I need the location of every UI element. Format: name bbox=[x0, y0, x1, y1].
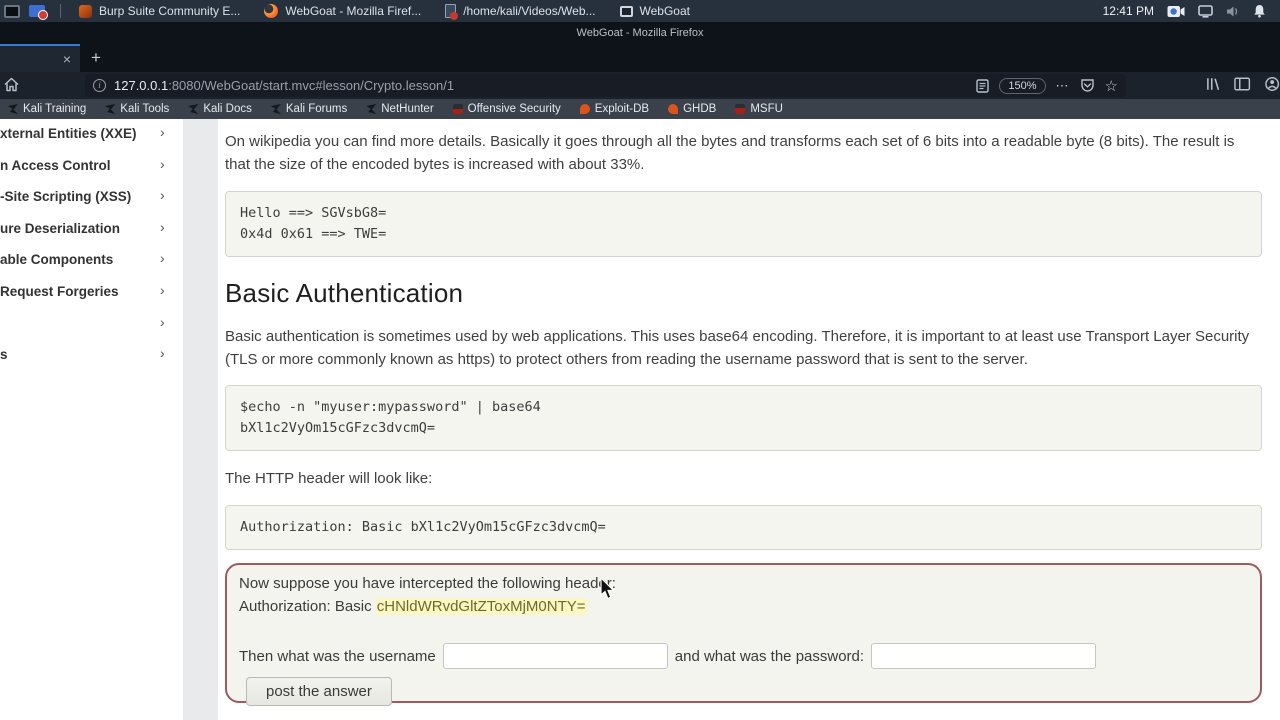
lesson-content: On wikipedia you can find more details. … bbox=[218, 119, 1280, 720]
tab-strip: × + bbox=[0, 44, 1280, 72]
library-icon[interactable] bbox=[1205, 76, 1221, 92]
post-answer-button[interactable]: post the answer bbox=[246, 677, 392, 706]
bookmark-kali-tools[interactable]: Kali Tools bbox=[105, 103, 169, 115]
ghdb-icon bbox=[668, 104, 679, 114]
chevron-right-icon: › bbox=[160, 218, 165, 235]
terminal-icon[interactable] bbox=[4, 4, 20, 18]
firefox-titlebar: WebGoat - Mozilla Firefox bbox=[0, 22, 1280, 44]
content-gutter bbox=[183, 119, 218, 720]
exploit-db-icon bbox=[579, 104, 590, 114]
chevron-right-icon: › bbox=[160, 250, 165, 267]
url-path: :8080/WebGoat/start.mvc#lesson/Crypto.le… bbox=[168, 78, 455, 93]
url-bar[interactable]: i 127.0.0.1:8080/WebGoat/start.mvc#lesso… bbox=[85, 74, 1126, 97]
toolbar-right-icons bbox=[1205, 76, 1280, 92]
chevron-right-icon: › bbox=[160, 281, 165, 298]
sidebar-item-xss[interactable]: -Site Scripting (XSS) › bbox=[0, 182, 183, 214]
burp-suite-icon bbox=[79, 4, 92, 18]
username-input[interactable] bbox=[442, 643, 668, 669]
notification-bell-icon[interactable] bbox=[1253, 4, 1266, 18]
assignment-box: Now suppose you have intercepted the fol… bbox=[225, 563, 1262, 706]
msfu-icon bbox=[735, 104, 746, 114]
taskbar-separator bbox=[60, 4, 61, 18]
sidebar-toggle-icon[interactable] bbox=[1234, 76, 1251, 92]
kali-dragon-icon bbox=[8, 104, 18, 114]
base64-example-code: Hello ==> SGVsbG8= 0x4d 0x61 ==> TWE= bbox=[225, 191, 1262, 257]
chevron-right-icon: › bbox=[160, 313, 165, 330]
home-button[interactable] bbox=[3, 76, 20, 98]
site-info-icon[interactable]: i bbox=[93, 79, 106, 92]
page-actions-icon[interactable]: ⋯ bbox=[1056, 78, 1070, 94]
bookmark-kali-docs[interactable]: Kali Docs bbox=[188, 103, 252, 115]
url-host: 127.0.0.1 bbox=[114, 78, 169, 93]
lesson-menu-sidebar: xternal Entities (XXE) › n Access Contro… bbox=[0, 119, 183, 720]
video-file-icon bbox=[445, 4, 459, 20]
chevron-right-icon: › bbox=[160, 155, 165, 172]
bookmarks-toolbar: Kali Training Kali Tools Kali Docs Kali … bbox=[0, 99, 1280, 119]
kali-dragon-icon bbox=[366, 104, 377, 114]
bookmark-star-icon[interactable]: ☆ bbox=[1105, 77, 1118, 95]
display-icon[interactable] bbox=[1198, 4, 1213, 18]
kali-dragon-icon bbox=[188, 104, 199, 114]
camera-recording-icon[interactable] bbox=[1167, 5, 1185, 18]
url-text[interactable]: 127.0.0.1:8080/WebGoat/start.mvc#lesson/… bbox=[114, 78, 976, 93]
sidebar-item-request-forgeries[interactable]: Request Forgeries › bbox=[0, 277, 183, 309]
zoom-level-badge[interactable]: 150% bbox=[999, 77, 1046, 94]
bookmark-nethunter[interactable]: NetHunter bbox=[366, 103, 434, 115]
authorization-header-code: Authorization: Basic bXl1c2VyOm15cGFzc3d… bbox=[225, 505, 1262, 550]
webgoat-window-icon bbox=[619, 5, 633, 17]
sidebar-item-7[interactable]: › bbox=[0, 309, 183, 341]
sidebar-item-xxe[interactable]: xternal Entities (XXE) › bbox=[0, 119, 183, 151]
bookmark-msfu[interactable]: MSFU bbox=[735, 103, 783, 115]
sidebar-item-components[interactable]: able Components › bbox=[0, 245, 183, 277]
chevron-right-icon: › bbox=[160, 187, 165, 204]
taskbar-window-webgoat[interactable]: WebGoat bbox=[608, 0, 702, 22]
bookmark-offensive-security[interactable]: Offensive Security bbox=[452, 103, 561, 115]
tab-close-icon[interactable]: × bbox=[54, 51, 80, 67]
navigation-toolbar: i 127.0.0.1:8080/WebGoat/start.mvc#lesso… bbox=[0, 72, 1280, 99]
speaker-icon[interactable] bbox=[1226, 5, 1240, 18]
active-tab[interactable]: × bbox=[0, 44, 80, 72]
taskbar-window-label: WebGoat bbox=[639, 4, 690, 18]
taskbar-window-burp[interactable]: Burp Suite Community E... bbox=[67, 0, 252, 22]
sidebar-item-access-control[interactable]: n Access Control › bbox=[0, 151, 183, 183]
pocket-icon[interactable] bbox=[1080, 78, 1095, 93]
intro-paragraph: On wikipedia you can find more details. … bbox=[225, 133, 1235, 173]
username-question-label: Then what was the username bbox=[239, 647, 436, 665]
header-intro-text: The HTTP header will look like: bbox=[225, 470, 433, 487]
taskbar-window-label: /home/kali/Videos/Web... bbox=[463, 4, 596, 18]
offensive-security-icon bbox=[452, 104, 463, 114]
echo-base64-code: $echo -n "myuser:mypassword" | base64 bX… bbox=[225, 385, 1262, 451]
bookmark-kali-forums[interactable]: Kali Forums bbox=[270, 103, 347, 115]
kali-dragon-icon bbox=[270, 104, 281, 114]
new-tab-button[interactable]: + bbox=[84, 47, 108, 69]
password-question-label: and what was the password: bbox=[674, 647, 865, 665]
reader-view-icon[interactable] bbox=[976, 78, 990, 93]
clock: 12:41 PM bbox=[1102, 4, 1154, 18]
webgoat-page: xternal Entities (XXE) › n Access Contro… bbox=[0, 119, 1280, 720]
sidebar-item-deserialization[interactable]: ure Deserialization › bbox=[0, 214, 183, 246]
assignment-prompt: Now suppose you have intercepted the fol… bbox=[239, 575, 616, 592]
sidebar-item-8[interactable]: s › bbox=[0, 340, 183, 372]
mouse-cursor bbox=[600, 578, 615, 600]
taskbar-window-firefox[interactable]: WebGoat - Mozilla Firef... bbox=[252, 0, 433, 22]
bookmark-kali-training[interactable]: Kali Training bbox=[8, 103, 86, 115]
taskbar-window-label: Burp Suite Community E... bbox=[99, 4, 241, 18]
firefox-icon bbox=[264, 4, 279, 18]
bookmark-ghdb[interactable]: GHDB bbox=[668, 103, 716, 115]
bookmark-exploit-db[interactable]: Exploit-DB bbox=[579, 103, 649, 115]
taskbar-window-label: WebGoat - Mozilla Firef... bbox=[285, 4, 422, 18]
highlighted-base64-value: cHNldWRvdGltZToxMjM0NTY= bbox=[375, 597, 587, 615]
kali-taskbar: Burp Suite Community E... WebGoat - Mozi… bbox=[0, 0, 1280, 22]
chevron-right-icon: › bbox=[160, 345, 165, 362]
taskbar-window-video-file[interactable]: /home/kali/Videos/Web... bbox=[433, 0, 607, 22]
account-icon[interactable] bbox=[1264, 76, 1280, 92]
body-paragraph: Basic authentication is sometimes used b… bbox=[225, 328, 1250, 368]
chevron-right-icon: › bbox=[160, 124, 165, 140]
kali-dragon-icon bbox=[105, 104, 116, 114]
intercepted-header: Authorization: Basic cHNldWRvdGltZToxMjM… bbox=[239, 597, 587, 615]
password-input[interactable] bbox=[871, 643, 1097, 669]
screen-recorder-icon[interactable] bbox=[29, 5, 48, 20]
window-title: WebGoat - Mozilla Firefox bbox=[576, 27, 704, 39]
section-heading: Basic Authentication bbox=[225, 278, 464, 308]
